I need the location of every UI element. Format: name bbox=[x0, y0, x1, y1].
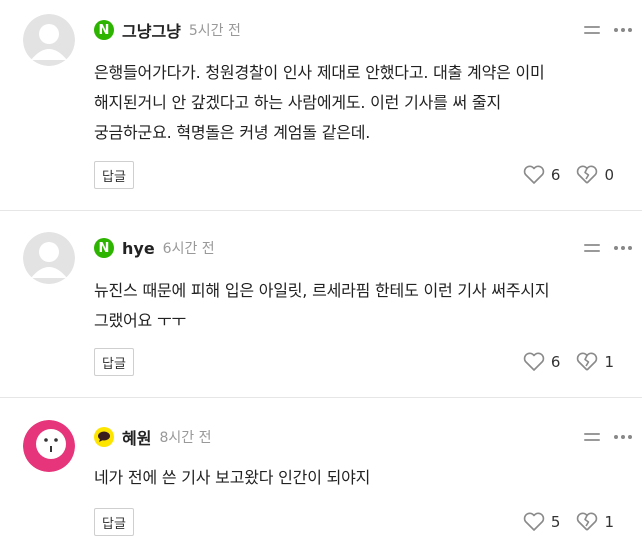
username[interactable]: hye bbox=[122, 239, 155, 258]
pink-face-avatar-icon[interactable] bbox=[23, 420, 75, 472]
more-dots-icon[interactable] bbox=[614, 28, 632, 32]
broken-heart-icon bbox=[577, 352, 598, 371]
like-button[interactable]: 6 bbox=[523, 165, 561, 185]
kakao-talk-icon bbox=[94, 427, 114, 447]
dislike-button[interactable]: 1 bbox=[576, 352, 614, 372]
reply-button[interactable]: 답글 bbox=[94, 161, 134, 189]
comment-item: N hye 6시간 전 뉴진스 때문에 피해 입은 아일릿, 르세라핌 한테도 … bbox=[0, 211, 642, 397]
vote-group: 6 0 bbox=[523, 161, 614, 189]
comment-actions bbox=[584, 17, 632, 43]
comment-header: 혜원 8시간 전 bbox=[94, 424, 211, 450]
comment-actions bbox=[584, 235, 632, 261]
like-count: 6 bbox=[550, 166, 561, 184]
comment-text: 은행들어가다가. 청원경찰이 인사 제대로 안했다고. 대출 계약은 이미 해지… bbox=[94, 63, 545, 142]
comment-actions bbox=[584, 424, 632, 450]
timestamp: 8시간 전 bbox=[159, 430, 212, 446]
timestamp: 6시간 전 bbox=[162, 241, 215, 257]
username[interactable]: 혜원 bbox=[122, 425, 151, 449]
heart-icon bbox=[523, 165, 545, 184]
dislike-count: 0 bbox=[604, 166, 614, 184]
more-dots-icon[interactable] bbox=[614, 435, 632, 439]
comment-header: N hye 6시간 전 bbox=[94, 235, 215, 261]
dislike-count: 1 bbox=[604, 353, 614, 371]
heart-icon bbox=[523, 352, 545, 371]
like-button[interactable]: 6 bbox=[523, 352, 561, 372]
reply-button[interactable]: 답글 bbox=[94, 348, 134, 376]
default-avatar-icon[interactable] bbox=[23, 232, 75, 284]
dislike-count: 1 bbox=[604, 513, 614, 531]
reply-button[interactable]: 답글 bbox=[94, 508, 134, 536]
dislike-button[interactable]: 1 bbox=[576, 512, 614, 532]
default-avatar-icon[interactable] bbox=[23, 14, 75, 66]
broken-heart-icon bbox=[577, 512, 598, 531]
naver-n-icon: N bbox=[94, 238, 114, 258]
menu-lines-icon[interactable] bbox=[584, 244, 600, 252]
comment-text: 뉴진스 때문에 피해 입은 아일릿, 르세라핌 한테도 이런 기사 써주시지 그… bbox=[94, 281, 550, 330]
username[interactable]: 그냥그냥 bbox=[122, 18, 181, 42]
naver-n-icon: N bbox=[94, 20, 114, 40]
menu-lines-icon[interactable] bbox=[584, 433, 600, 441]
comment-item: N 그냥그냥 5시간 전 은행들어가다가. 청원경찰이 인사 제대로 안했다고.… bbox=[0, 0, 642, 210]
vote-group: 5 1 bbox=[523, 508, 614, 536]
comment-item: 혜원 8시간 전 네가 전에 쓴 기사 보고왔다 인간이 되야지 답글 5 1 bbox=[0, 398, 642, 555]
comment-text: 네가 전에 쓴 기사 보고왔다 인간이 되야지 bbox=[94, 468, 371, 487]
comment-header: N 그냥그냥 5시간 전 bbox=[94, 17, 241, 43]
like-count: 5 bbox=[550, 513, 561, 531]
heart-icon bbox=[523, 512, 545, 531]
broken-heart-icon bbox=[577, 165, 598, 184]
timestamp: 5시간 전 bbox=[188, 23, 241, 39]
vote-group: 6 1 bbox=[523, 348, 614, 376]
like-count: 6 bbox=[550, 353, 561, 371]
like-button[interactable]: 5 bbox=[523, 512, 561, 532]
menu-lines-icon[interactable] bbox=[584, 26, 600, 34]
dislike-button[interactable]: 0 bbox=[576, 165, 614, 185]
more-dots-icon[interactable] bbox=[614, 246, 632, 250]
